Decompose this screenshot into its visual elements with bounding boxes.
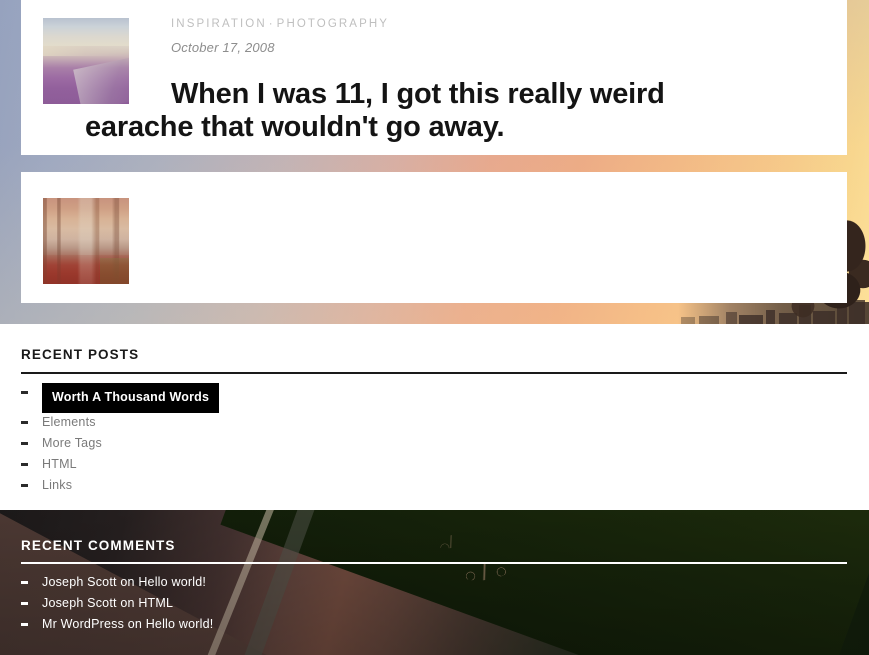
list-item[interactable]: HTML	[21, 454, 219, 475]
recent-posts-list: Worth A Thousand Words Elements More Tag…	[21, 382, 220, 496]
dash-bullet-icon	[21, 581, 28, 584]
post-category-link[interactable]: PHOTOGRAPHY	[277, 18, 389, 30]
recent-post-link[interactable]: More Tags	[42, 433, 102, 454]
post-card-inner: INSPIRATION·PHOTOGRAPHY October 17, 2008…	[21, 0, 847, 155]
list-item[interactable]: Joseph Scott on Hello world!	[21, 572, 213, 593]
post-title-line-2: earache that wouldn't go away.	[85, 111, 505, 144]
dash-bullet-icon	[21, 463, 28, 466]
recent-comment-link[interactable]: Mr WordPress on Hello world!	[42, 617, 213, 631]
post-card[interactable]: INSPIRATION·PHOTOGRAPHY October 17, 2008…	[21, 172, 847, 463]
recent-post-link[interactable]: Elements	[42, 412, 96, 433]
page-root: INSPIRATION · PHOTOGRAPHY October 17, 2008…	[0, 0, 869, 655]
list-item[interactable]: Links	[21, 475, 219, 496]
dash-bullet-icon	[21, 623, 28, 626]
recent-posts-heading: RECENT POSTS	[21, 347, 140, 362]
recent-comments-widget: RECENT COMMENTS Joseph Scott on Hello wo…	[0, 510, 869, 655]
thumbnail-grass-detail	[99, 258, 129, 284]
post-category-link[interactable]: INSPIRATION	[171, 18, 267, 30]
recent-post-link[interactable]: Worth A Thousand Words	[42, 383, 220, 413]
post-card[interactable]: INSPIRATION·PHOTOGRAPHY October 17, 2008…	[21, 0, 847, 155]
recent-post-link[interactable]: HTML	[42, 454, 77, 475]
post-categories: INSPIRATION·PHOTOGRAPHY	[171, 16, 389, 32]
dash-bullet-icon	[21, 484, 28, 487]
list-item[interactable]: Worth A Thousand Words	[21, 382, 220, 413]
dash-bullet-icon	[21, 391, 28, 394]
post-date: October 17, 2008	[171, 40, 275, 55]
dash-bullet-icon	[21, 421, 28, 424]
recent-comments-list: Joseph Scott on Hello world! Joseph Scot…	[21, 572, 213, 635]
post-card-inner: INSPIRATION·PHOTOGRAPHY October 17, 2008…	[21, 172, 847, 463]
post-thumbnail[interactable]	[43, 198, 129, 284]
heading-divider	[21, 372, 847, 374]
post-title[interactable]: When I was 11, I got this really weird e…	[85, 78, 677, 145]
recent-post-link[interactable]: Links	[42, 475, 72, 496]
recent-comment-link[interactable]: Joseph Scott on Hello world!	[42, 575, 206, 589]
list-item[interactable]: More Tags	[21, 433, 219, 454]
dash-bullet-icon	[21, 442, 28, 445]
recent-posts-widget: RECENT POSTS Worth A Thousand Words Elem…	[0, 324, 869, 510]
recent-comment-link[interactable]: Joseph Scott on HTML	[42, 596, 173, 610]
recent-comments-heading: RECENT COMMENTS	[21, 538, 176, 553]
post-title-line-1: When I was 11, I got this really weird	[171, 78, 665, 110]
list-item[interactable]: Elements	[21, 412, 219, 433]
dash-bullet-icon	[21, 602, 28, 605]
category-separator: ·	[268, 18, 275, 30]
post-thumbnail[interactable]	[43, 18, 129, 104]
post-meta: INSPIRATION·PHOTOGRAPHY October 17, 2008	[171, 16, 389, 56]
heading-divider	[21, 562, 847, 564]
list-item[interactable]: Mr WordPress on Hello world!	[21, 614, 213, 635]
list-item[interactable]: Joseph Scott on HTML	[21, 593, 213, 614]
